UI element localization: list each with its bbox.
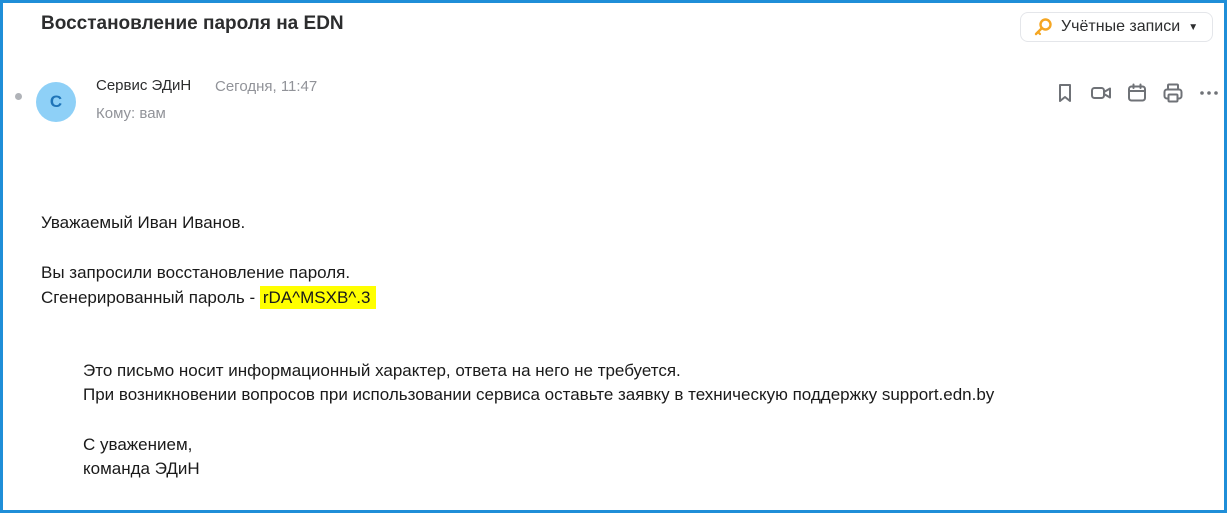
regards-text: С уважением, <box>83 435 193 454</box>
recipient-line[interactable]: Кому: вам <box>96 105 166 122</box>
bookmark-icon <box>1054 82 1076 109</box>
team-signature: команда ЭДиН <box>83 459 200 478</box>
more-button[interactable] <box>1197 83 1221 107</box>
email-date: Сегодня, 11:47 <box>215 78 318 95</box>
calendar-icon <box>1126 82 1148 109</box>
email-actions <box>1053 83 1221 107</box>
print-icon <box>1162 82 1184 109</box>
bookmark-button[interactable] <box>1053 83 1077 107</box>
sender-name[interactable]: Сервис ЭДиН <box>96 77 191 94</box>
accounts-label: Учётные записи <box>1061 18 1181 35</box>
accounts-button[interactable]: Учётные записи ▼ <box>1020 12 1213 42</box>
unread-indicator[interactable] <box>15 93 22 100</box>
video-icon <box>1090 82 1112 109</box>
generated-password[interactable]: rDA^MSXB^.3 <box>259 286 377 309</box>
email-view: Восстановление пароля на EDN Учётные зап… <box>0 0 1227 513</box>
greeting-text: Уважаемый Иван Иванов. <box>41 213 246 232</box>
support-note: При возникновении вопросов при использов… <box>83 385 995 404</box>
print-button[interactable] <box>1161 83 1185 107</box>
avatar-letter: С <box>49 92 63 111</box>
avatar: С <box>36 82 76 122</box>
video-call-button[interactable] <box>1089 83 1113 107</box>
password-label: Сгенерированный пароль - <box>41 288 256 307</box>
email-subject: Восстановление пароля на EDN <box>41 13 344 34</box>
chevron-down-icon: ▼ <box>1188 21 1199 33</box>
key-icon <box>1033 17 1053 37</box>
info-note: Это письмо носит информационный характер… <box>83 361 681 380</box>
calendar-button[interactable] <box>1125 83 1149 107</box>
password-line: Сгенерированный пароль - rDA^MSXB^.3 <box>41 286 377 310</box>
request-text: Вы запросили восстановление пароля. <box>41 263 351 282</box>
more-icon <box>1198 82 1220 109</box>
